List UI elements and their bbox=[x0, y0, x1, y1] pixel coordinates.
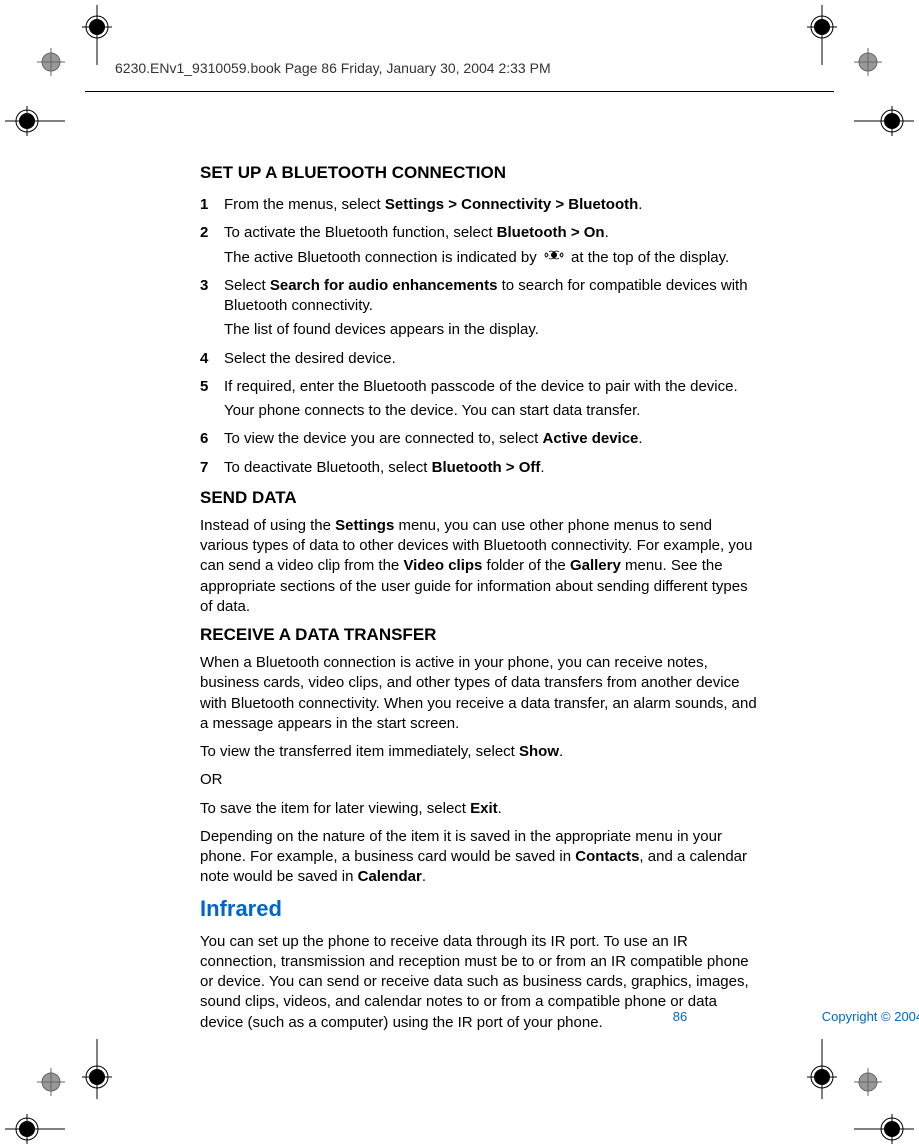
page-number: 86 bbox=[673, 1009, 687, 1024]
step-number: 4 bbox=[200, 349, 224, 373]
step-line: Select the desired device. bbox=[224, 349, 760, 369]
bold-text: Bluetooth > Off bbox=[432, 459, 541, 476]
bold-text: Bluetooth > On bbox=[497, 224, 605, 241]
paragraph: When a Bluetooth connection is active in… bbox=[200, 653, 760, 734]
step-line: To view the device you are connected to,… bbox=[224, 429, 760, 449]
step-line: If required, enter the Bluetooth passcod… bbox=[224, 377, 760, 397]
bold-text: Video clips bbox=[403, 557, 482, 574]
step: 2To activate the Bluetooth function, sel… bbox=[200, 223, 760, 272]
page-footer: 86 Copyright © 2004 Nokia bbox=[400, 1009, 919, 1024]
bold-text: Search for audio enhancements bbox=[270, 277, 498, 294]
bleed-line-top bbox=[85, 91, 834, 92]
step-line: To deactivate Bluetooth, select Bluetoot… bbox=[224, 458, 760, 478]
step-body: To deactivate Bluetooth, select Bluetoot… bbox=[224, 458, 760, 482]
receive-paras: When a Bluetooth connection is active in… bbox=[200, 653, 760, 888]
crop-mark-left-bottom bbox=[5, 1114, 65, 1144]
crop-mark-right bbox=[854, 106, 914, 136]
crop-mark-right-bottom bbox=[854, 1114, 914, 1144]
paragraph: Instead of using the Settings menu, you … bbox=[200, 516, 760, 617]
step-number: 3 bbox=[200, 276, 224, 345]
step: 6To view the device you are connected to… bbox=[200, 429, 760, 453]
bold-text: Active device bbox=[543, 430, 639, 447]
step-line: From the menus, select Settings > Connec… bbox=[224, 195, 760, 215]
step: 7To deactivate Bluetooth, select Bluetoo… bbox=[200, 458, 760, 482]
step-number: 2 bbox=[200, 223, 224, 272]
step-line: Select Search for audio enhancements to … bbox=[224, 276, 760, 317]
bluetooth-indicator-icon bbox=[543, 248, 565, 268]
reg-mark-bottom-left bbox=[37, 1068, 65, 1096]
reg-mark-bottom-right bbox=[854, 1068, 882, 1096]
page-content: SET UP A BLUETOOTH CONNECTION 1From the … bbox=[200, 163, 760, 1041]
paragraph: Depending on the nature of the item it i… bbox=[200, 827, 760, 888]
step-line: Your phone connects to the device. You c… bbox=[224, 401, 760, 421]
bold-text: Exit bbox=[470, 800, 498, 817]
step-body: To activate the Bluetooth function, sele… bbox=[224, 223, 760, 272]
step-number: 5 bbox=[200, 377, 224, 426]
step: 3Select Search for audio enhancements to… bbox=[200, 276, 760, 345]
step: 1From the menus, select Settings > Conne… bbox=[200, 195, 760, 219]
crop-mark-bottom-vert-left bbox=[82, 1039, 112, 1099]
crop-mark-left bbox=[5, 106, 65, 136]
step-body: From the menus, select Settings > Connec… bbox=[224, 195, 760, 219]
send-paras: Instead of using the Settings menu, you … bbox=[200, 516, 760, 617]
setup-heading: SET UP A BLUETOOTH CONNECTION bbox=[200, 163, 760, 183]
bold-text: Settings bbox=[335, 517, 394, 534]
paragraph: To save the item for later viewing, sele… bbox=[200, 799, 760, 819]
step-body: Select the desired device. bbox=[224, 349, 760, 373]
setup-steps: 1From the menus, select Settings > Conne… bbox=[200, 195, 760, 482]
step-body: To view the device you are connected to,… bbox=[224, 429, 760, 453]
receive-heading: RECEIVE A DATA TRANSFER bbox=[200, 625, 760, 645]
step-body: If required, enter the Bluetooth passcod… bbox=[224, 377, 760, 426]
reg-mark-top-left bbox=[37, 48, 65, 76]
step: 4Select the desired device. bbox=[200, 349, 760, 373]
crop-mark-top-vert-left bbox=[82, 5, 112, 65]
bold-text: Show bbox=[519, 743, 559, 760]
step-number: 7 bbox=[200, 458, 224, 482]
step-line: The list of found devices appears in the… bbox=[224, 320, 760, 340]
step-number: 6 bbox=[200, 429, 224, 453]
paragraph: To view the transferred item immediately… bbox=[200, 742, 760, 762]
reg-mark-top-right bbox=[854, 48, 882, 76]
step: 5If required, enter the Bluetooth passco… bbox=[200, 377, 760, 426]
step-number: 1 bbox=[200, 195, 224, 219]
bold-text: Contacts bbox=[575, 848, 639, 865]
step-line: To activate the Bluetooth function, sele… bbox=[224, 223, 760, 243]
copyright-text: Copyright © 2004 Nokia bbox=[822, 1009, 919, 1024]
bold-text: Calendar bbox=[358, 868, 422, 885]
book-header: 6230.ENv1_9310059.book Page 86 Friday, J… bbox=[115, 60, 551, 76]
infrared-heading: Infrared bbox=[200, 896, 760, 922]
send-heading: SEND DATA bbox=[200, 488, 760, 508]
bold-text: Gallery bbox=[570, 557, 621, 574]
bold-text: Settings > Connectivity > Bluetooth bbox=[385, 196, 638, 213]
crop-mark-bottom-vert-right bbox=[807, 1039, 837, 1099]
crop-mark-top-vert-right bbox=[807, 5, 837, 65]
step-line: The active Bluetooth connection is indic… bbox=[224, 248, 760, 268]
paragraph: OR bbox=[200, 770, 760, 790]
step-body: Select Search for audio enhancements to … bbox=[224, 276, 760, 345]
